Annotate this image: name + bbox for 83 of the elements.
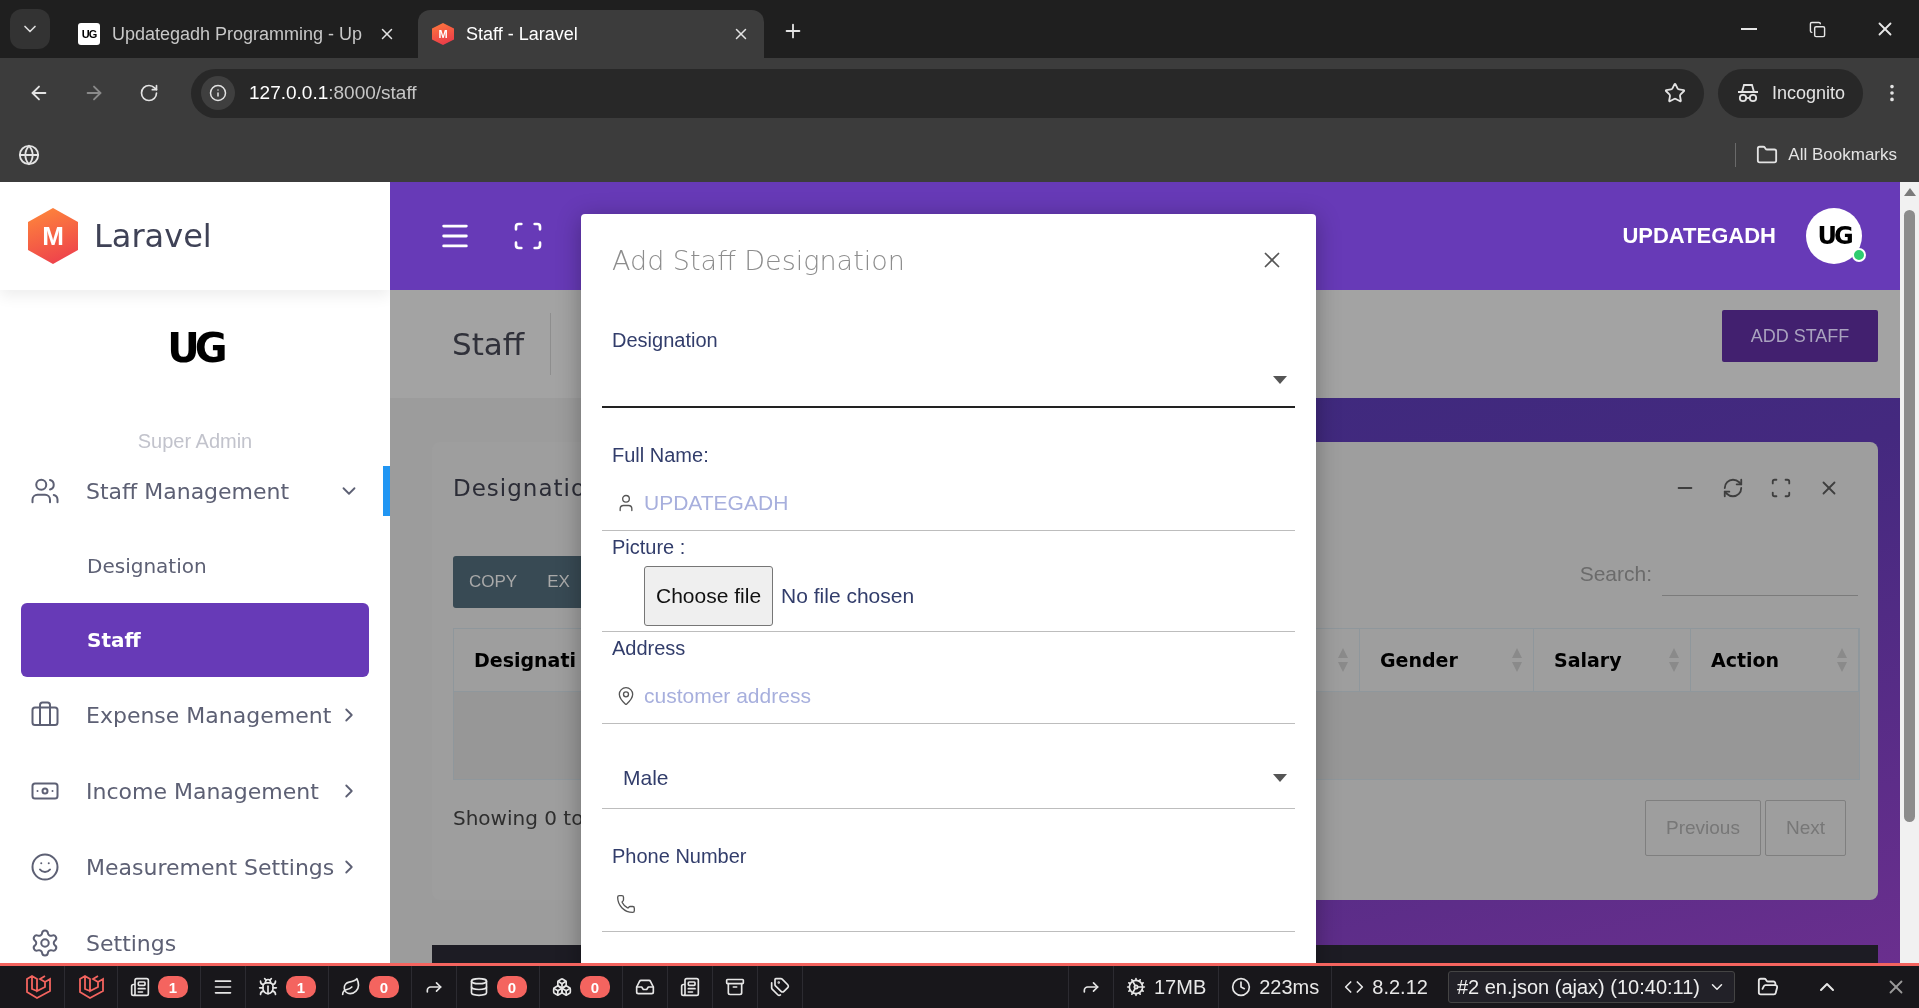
gear-icon: [30, 928, 60, 958]
all-bookmarks-button[interactable]: All Bookmarks: [1788, 145, 1897, 165]
debugbar-stat[interactable]: 8.2.12: [1331, 966, 1440, 1008]
database-icon: [469, 977, 489, 997]
field-label: Full Name:: [611, 443, 710, 468]
count-badge: 0: [369, 976, 399, 998]
browser-tab[interactable]: M Staff - Laravel: [418, 10, 764, 58]
field-label: Phone Number: [611, 844, 748, 869]
tags-icon: [770, 977, 790, 997]
nav-subitem[interactable]: Staff: [21, 603, 369, 677]
boxes-icon: [552, 977, 572, 997]
newspaper-icon: [680, 977, 700, 997]
restore-icon: [1808, 20, 1826, 38]
scroll-up-arrow-icon[interactable]: [1903, 188, 1916, 196]
favicon: UG: [78, 23, 100, 45]
browser-tab[interactable]: UG Updategadh Programming - Up: [64, 10, 410, 58]
lines-icon: [213, 977, 233, 997]
add-staff-button[interactable]: ADD STAFF: [1722, 310, 1878, 362]
bookmark-star-icon[interactable]: [1663, 82, 1686, 104]
export-button[interactable]: EX: [531, 556, 584, 608]
input-field[interactable]: customer address: [602, 662, 1295, 724]
field-label: Picture :: [611, 535, 687, 560]
card-title: Designatio: [453, 475, 586, 501]
map-pin-icon: [616, 686, 636, 706]
debugbar-stat[interactable]: 17MB: [1113, 966, 1219, 1008]
file-input-field[interactable]: Choose file No file chosen: [602, 561, 1295, 632]
avatar-initials: UG: [1817, 222, 1851, 250]
nav-item[interactable]: Expense Management: [0, 677, 390, 753]
input-field[interactable]: UPDATEGADH: [602, 469, 1295, 531]
nav-subitem[interactable]: Designation: [21, 529, 369, 603]
scrollbar-thumb[interactable]: [1904, 210, 1915, 822]
nav-item[interactable]: Settings: [0, 905, 390, 963]
globe-icon[interactable]: [18, 144, 40, 166]
folder-open-icon[interactable]: [1757, 976, 1779, 998]
user-role: Super Admin: [137, 429, 253, 453]
count-badge: 1: [158, 976, 188, 998]
nav-item[interactable]: Measurement Settings: [0, 829, 390, 905]
cube-logo-icon[interactable]: [24, 973, 52, 1001]
users-icon: [30, 476, 60, 506]
nav-item[interactable]: Income Management: [0, 753, 390, 829]
field-label: Designation: [611, 328, 719, 353]
scrollbar[interactable]: [1900, 182, 1919, 963]
incognito-icon: [1735, 82, 1760, 104]
phone-icon: [616, 894, 636, 914]
company-logo: UG: [167, 324, 223, 372]
minimize-icon: [1741, 28, 1757, 30]
favicon: M: [432, 23, 454, 45]
fullscreen-icon[interactable]: [1770, 477, 1792, 499]
info-icon: [209, 84, 227, 102]
clock-icon: [1231, 977, 1252, 997]
fullscreen-icon[interactable]: [512, 220, 544, 252]
nav-item[interactable]: Staff Management: [0, 453, 390, 529]
address-bar[interactable]: 127.0.0.1:8000/staff: [191, 68, 1704, 118]
cube-logo-icon[interactable]: [77, 973, 105, 1001]
user-name: UPDATEGADH: [1622, 223, 1776, 249]
page-title: Staff: [452, 313, 552, 375]
caret-icon: [1273, 774, 1287, 782]
face-icon: [30, 852, 60, 882]
leaf-icon: [341, 977, 361, 997]
debugbar-stat[interactable]: 223ms: [1218, 966, 1332, 1008]
caret-icon: [1273, 376, 1287, 384]
archive-icon: [725, 977, 745, 997]
field-label: Address: [611, 636, 687, 661]
folder-icon: [1756, 144, 1779, 166]
inbox-icon: [635, 977, 655, 997]
gears-icon: [1126, 977, 1146, 997]
incognito-button[interactable]: Incognito: [1717, 68, 1863, 118]
refresh-icon[interactable]: [1722, 477, 1744, 499]
count-badge: 0: [580, 976, 610, 998]
brand-name: Laravel: [94, 217, 212, 255]
brand-logo: M: [28, 208, 78, 264]
newspaper-icon: [130, 977, 150, 997]
request-select[interactable]: #2 en.json (ajax) (10:40:11): [1447, 971, 1735, 1003]
count-badge: 0: [497, 976, 527, 998]
modal-title: Add Staff Designation: [612, 244, 906, 276]
select-field[interactable]: Male: [602, 748, 1295, 809]
bug-icon: [258, 977, 278, 997]
export-button[interactable]: COPY: [453, 556, 532, 608]
choose-file-button[interactable]: Choose file: [644, 566, 774, 626]
file-status: No file chosen: [781, 584, 915, 608]
site-info-button[interactable]: [201, 76, 235, 110]
count-badge: 1: [286, 976, 316, 998]
reload-icon: [139, 83, 159, 103]
